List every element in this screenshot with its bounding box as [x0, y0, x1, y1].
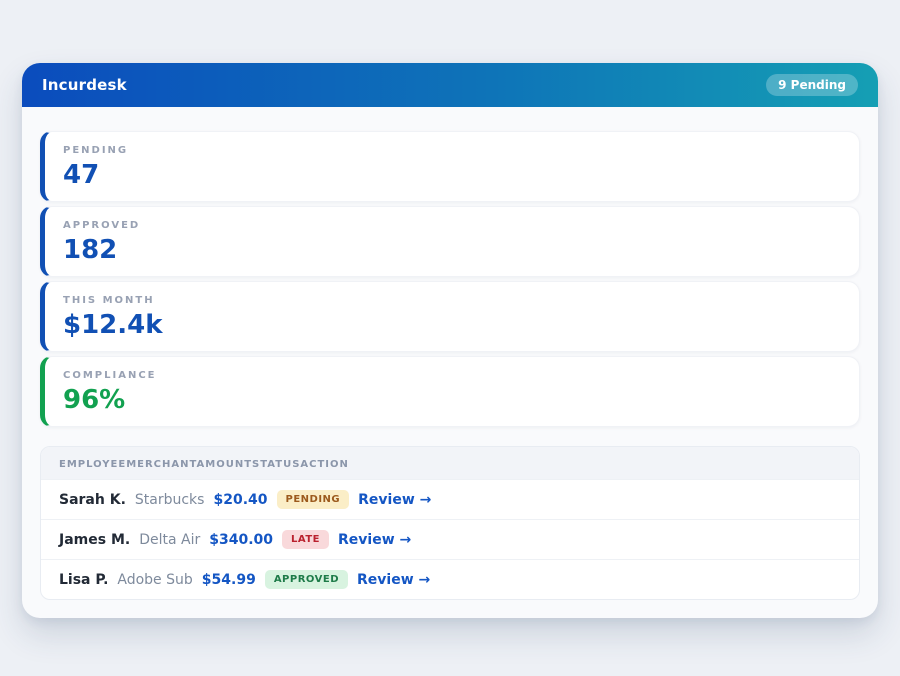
stat-label: PENDING: [63, 145, 841, 156]
merchant-name: Delta Air: [139, 532, 200, 548]
column-header-employee: EMPLOYEE: [59, 459, 126, 470]
table-header-row: EMPLOYEEMERCHANTAMOUNTSTATUSACTION: [41, 447, 859, 479]
stat-label: APPROVED: [63, 220, 841, 231]
expenses-table: EMPLOYEEMERCHANTAMOUNTSTATUSACTION Sarah…: [40, 446, 860, 600]
stat-card-compliance: COMPLIANCE 96%: [40, 356, 860, 427]
panel-body: PENDING 47 APPROVED 182 THIS MONTH $12.4…: [22, 107, 878, 618]
status-badge: LATE: [282, 530, 329, 549]
panel-header: Incurdesk 9 Pending: [22, 63, 878, 107]
merchant-name: Adobe Sub: [117, 572, 192, 588]
pending-count-badge: 9 Pending: [766, 74, 858, 96]
merchant-name: Starbucks: [135, 492, 205, 508]
stat-value: 47: [63, 160, 841, 190]
table-row: Sarah K. Starbucks $20.40 PENDING Review…: [41, 479, 859, 519]
stat-label: THIS MONTH: [63, 295, 841, 306]
status-badge: APPROVED: [265, 570, 348, 589]
column-header-amount: AMOUNT: [197, 459, 253, 470]
column-header-action: ACTION: [300, 459, 349, 470]
employee-name: Sarah K.: [59, 492, 126, 508]
review-link[interactable]: Review →: [338, 532, 411, 548]
app-title: Incurdesk: [42, 76, 127, 94]
column-header-status: STATUS: [252, 459, 300, 470]
expense-amount: $54.99: [202, 572, 256, 588]
stat-value: 96%: [63, 385, 841, 415]
expense-amount: $340.00: [209, 532, 273, 548]
table-row: Lisa P. Adobe Sub $54.99 APPROVED Review…: [41, 559, 859, 599]
stat-value: 182: [63, 235, 841, 265]
stat-card-approved: APPROVED 182: [40, 206, 860, 277]
stat-card-this-month: THIS MONTH $12.4k: [40, 281, 860, 352]
page-background: Incurdesk 9 Pending PENDING 47 APPROVED …: [0, 0, 900, 676]
incurdesk-panel: Incurdesk 9 Pending PENDING 47 APPROVED …: [22, 63, 878, 618]
expense-amount: $20.40: [213, 492, 267, 508]
review-link[interactable]: Review →: [358, 492, 431, 508]
stat-label: COMPLIANCE: [63, 370, 841, 381]
status-badge: PENDING: [277, 490, 350, 509]
table-row: James M. Delta Air $340.00 LATE Review →: [41, 519, 859, 559]
employee-name: James M.: [59, 532, 130, 548]
column-header-merchant: MERCHANT: [126, 459, 196, 470]
employee-name: Lisa P.: [59, 572, 108, 588]
stat-value: $12.4k: [63, 310, 841, 340]
stat-card-pending: PENDING 47: [40, 131, 860, 202]
review-link[interactable]: Review →: [357, 572, 430, 588]
